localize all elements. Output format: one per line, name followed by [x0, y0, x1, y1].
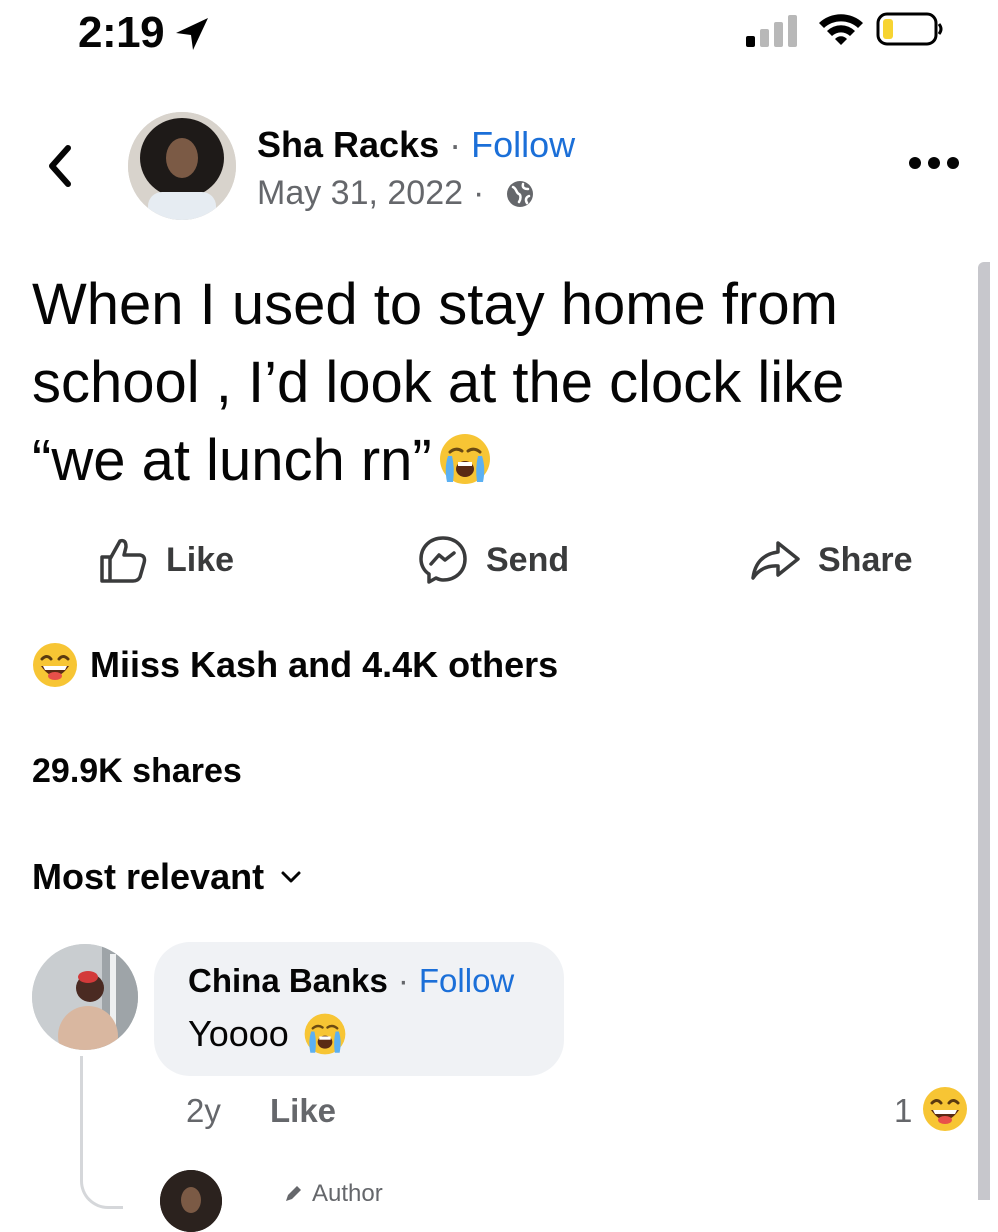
- sort-label: Most relevant: [32, 856, 265, 897]
- messenger-icon: [419, 536, 467, 584]
- wifi-icon: [819, 14, 863, 45]
- follow-button[interactable]: Follow: [471, 124, 575, 165]
- pencil-icon: [286, 1186, 301, 1201]
- share-button[interactable]: Share: [748, 530, 913, 590]
- commenter-avatar-image: [32, 944, 138, 1050]
- author-name[interactable]: Sha Racks: [257, 124, 439, 165]
- more-options-icon[interactable]: [906, 148, 962, 178]
- globe-icon: [507, 180, 534, 207]
- author-avatar[interactable]: [128, 112, 236, 220]
- reply-avatar-image: [160, 1170, 222, 1232]
- author-avatar-image: [128, 112, 236, 220]
- comment-text: Yoooo: [188, 1012, 347, 1056]
- post-text: When I used to stay home from school , I…: [32, 266, 932, 500]
- scrollbar[interactable]: [978, 262, 990, 1200]
- reactions-summary[interactable]: Miiss Kash and 4.4K others: [32, 642, 558, 688]
- laughing-face-emoji: [33, 643, 77, 687]
- like-label: Like: [166, 540, 235, 579]
- reactions-text: Miiss Kash and 4.4K others: [90, 644, 559, 685]
- location-arrow-icon: [176, 18, 208, 50]
- post-date[interactable]: May 31, 2022: [257, 174, 463, 213]
- separator-dot: ·: [449, 124, 462, 165]
- shares-count[interactable]: 29.9K shares: [32, 752, 242, 791]
- post-meta: May 31, 2022 ·: [257, 174, 536, 213]
- comment-reaction-count[interactable]: 1: [894, 1092, 912, 1130]
- signal-icon: [746, 15, 797, 47]
- comment-author-name[interactable]: China Banks: [188, 962, 388, 999]
- comment-age: 2y: [186, 1092, 221, 1129]
- crying-face-emoji: [439, 434, 490, 484]
- meta-separator-dot: ·: [473, 174, 485, 212]
- back-chevron-icon[interactable]: [40, 138, 80, 194]
- comment-follow-button[interactable]: Follow: [419, 962, 514, 999]
- laughing-face-emoji[interactable]: [922, 1086, 968, 1132]
- commenter-avatar[interactable]: [32, 944, 138, 1050]
- send-button[interactable]: Send: [416, 530, 569, 590]
- crying-face-emoji: [304, 1013, 346, 1055]
- comment-like-button[interactable]: Like: [270, 1092, 336, 1130]
- comment-author-line: China Banks · Follow: [188, 962, 514, 1000]
- status-time: 2:19: [78, 8, 165, 57]
- comment-text-content: Yoooo: [188, 1013, 289, 1054]
- author-line: Sha Racks · Follow: [257, 124, 575, 166]
- share-arrow-icon: [751, 541, 800, 580]
- chevron-down-icon: [281, 871, 301, 883]
- share-label: Share: [818, 540, 913, 579]
- author-badge-label: Author: [312, 1180, 383, 1207]
- thumbs-up-icon: [100, 538, 147, 583]
- like-button[interactable]: Like: [96, 530, 234, 590]
- author-badge: Author: [282, 1180, 383, 1208]
- comment-separator-dot: ·: [397, 962, 409, 999]
- reply-avatar[interactable]: [160, 1170, 222, 1232]
- sort-dropdown[interactable]: Most relevant: [32, 856, 304, 898]
- battery-icon: [876, 12, 943, 46]
- send-label: Send: [486, 540, 570, 579]
- reply-thread-line: [80, 1056, 123, 1209]
